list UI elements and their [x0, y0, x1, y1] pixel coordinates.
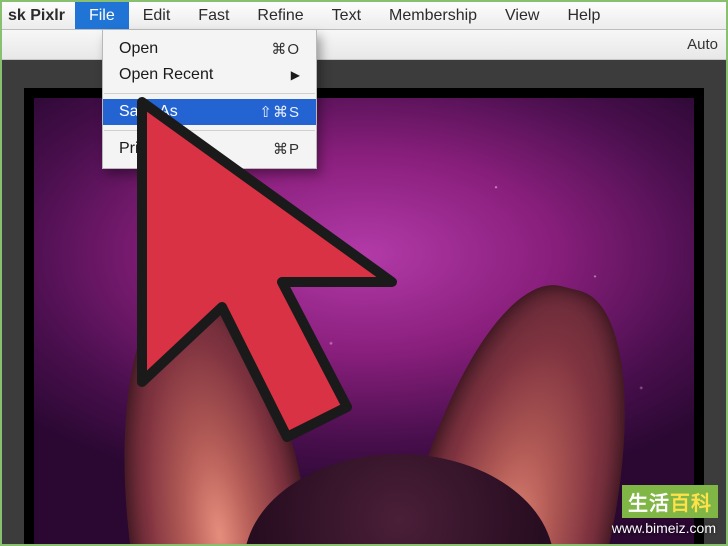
menu-membership[interactable]: Membership	[375, 2, 491, 29]
menuitem-save-as-label: Save As	[119, 103, 178, 121]
watermark-text-accent: 百科	[670, 493, 712, 515]
menu-refine[interactable]: Refine	[243, 2, 317, 29]
menuitem-open[interactable]: Open ⌘O	[103, 36, 316, 62]
file-dropdown: Open ⌘O Open Recent ▶ Save As ⇧⌘S Print …	[102, 30, 317, 169]
menu-text[interactable]: Text	[318, 2, 375, 29]
menuitem-save-as[interactable]: Save As ⇧⌘S	[103, 99, 316, 125]
menu-separator	[104, 130, 315, 131]
watermark-url: www.bimeiz.com	[612, 520, 716, 536]
menu-separator	[104, 93, 315, 94]
app-name: sk Pixlr	[2, 7, 75, 25]
menuitem-print-shortcut: ⌘P	[273, 140, 300, 158]
watermark-text-main: 生活	[628, 493, 670, 515]
menuitem-print[interactable]: Print ⌘P	[103, 136, 316, 162]
menuitem-open-recent[interactable]: Open Recent ▶	[103, 62, 316, 88]
menu-file[interactable]: File	[75, 2, 129, 29]
menubar: sk Pixlr File Edit Fast Refine Text Memb…	[2, 2, 726, 30]
menu-fast[interactable]: Fast	[184, 2, 243, 29]
menuitem-open-recent-label: Open Recent	[119, 66, 213, 84]
menuitem-save-as-shortcut: ⇧⌘S	[259, 103, 300, 121]
menuitem-open-shortcut: ⌘O	[271, 40, 300, 58]
menuitem-open-label: Open	[119, 40, 158, 58]
submenu-arrow-icon: ▶	[291, 68, 300, 82]
menuitem-print-label: Print	[119, 140, 152, 158]
watermark-badge: 生活百科	[622, 485, 718, 518]
app-window: sk Pixlr File Edit Fast Refine Text Memb…	[2, 2, 726, 544]
menu-view[interactable]: View	[491, 2, 553, 29]
menu-help[interactable]: Help	[553, 2, 614, 29]
toolbar-right-text: Auto	[687, 36, 718, 53]
menu-edit[interactable]: Edit	[129, 2, 185, 29]
